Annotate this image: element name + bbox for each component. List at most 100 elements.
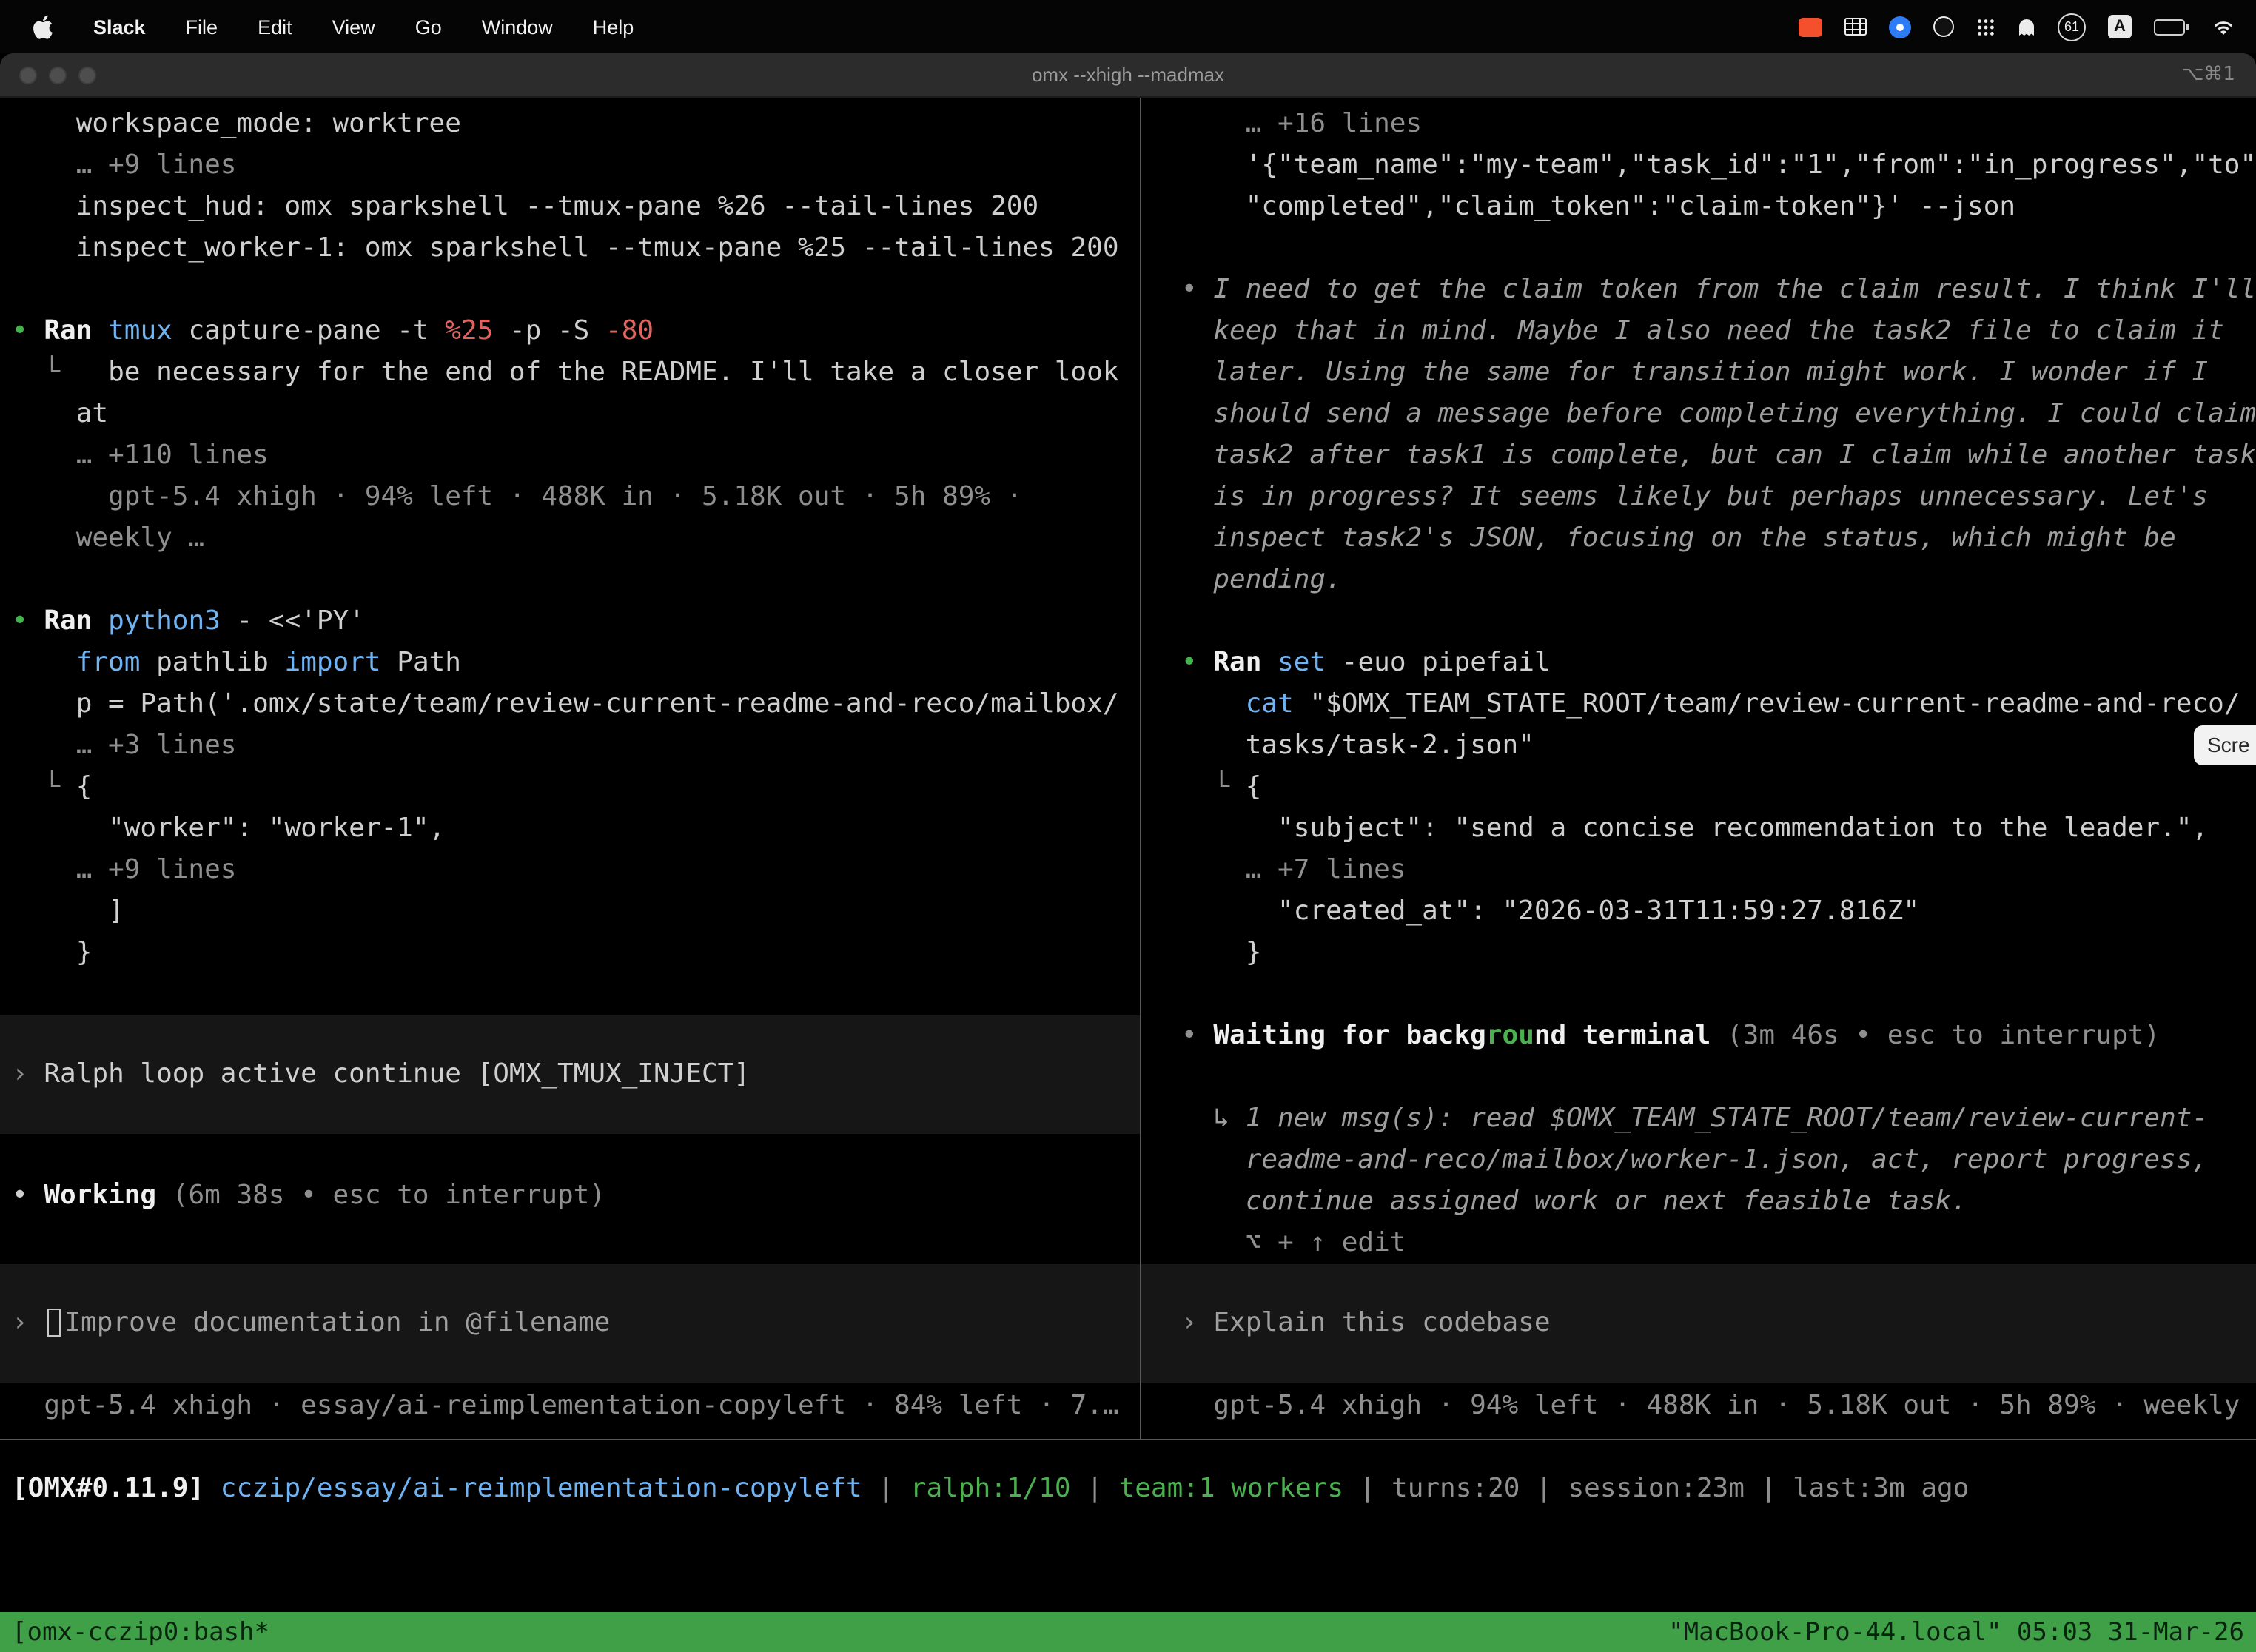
terminal-line: • I need to get the claim token from the… <box>1181 269 2256 311</box>
terminal-line: workspace_mode: worktree <box>12 104 1140 145</box>
left-session-footer: gpt-5.4 xhigh · essay/ai-reimplementatio… <box>12 1386 1140 1427</box>
terminal-line: '{"team_name":"my-team","task_id":"1","f… <box>1181 145 2256 187</box>
terminal-line: ] <box>12 891 1140 933</box>
screen-recording-stop-icon[interactable] <box>1799 17 1822 36</box>
terminal-line <box>1181 228 2256 269</box>
battery-icon[interactable] <box>2154 19 2189 35</box>
menu-file[interactable]: File <box>186 16 218 38</box>
tmux-session-name: [omx-cczip0:bash* <box>12 1617 269 1647</box>
menu-bar: Slack File Edit View Go Window Help 61 A <box>0 0 2256 53</box>
terminal-line: gpt-5.4 xhigh · 94% left · 488K in · 5.1… <box>12 477 1140 518</box>
terminal-line: inspect_worker-1: omx sparkshell --tmux-… <box>12 228 1140 269</box>
right-input-band[interactable]: › Explain this codebase <box>1141 1264 2256 1383</box>
ghost-icon[interactable] <box>2018 17 2035 36</box>
pane-border-horizontal <box>0 1439 2256 1440</box>
terminal-line: gpt-5.4 xhigh · essay/ai-reimplementatio… <box>12 1386 1140 1427</box>
active-app-name[interactable]: Slack <box>93 16 146 38</box>
terminal-line: [OMX#0.11.9] cczip/essay/ai-reimplementa… <box>12 1468 1969 1510</box>
screenshot-popup[interactable]: Scre <box>2194 725 2256 765</box>
menu-help[interactable]: Help <box>593 16 634 38</box>
text-cursor <box>47 1309 60 1337</box>
right-pane[interactable]: … +16 lines '{"team_name":"my-team","tas… <box>1141 98 2256 1439</box>
terminal-line: at <box>12 394 1140 435</box>
terminal-line: weekly … <box>12 518 1140 560</box>
terminal-line: p = Path('.omx/state/team/review-current… <box>12 684 1140 725</box>
menu-bar-status: 61 A <box>1799 13 2256 41</box>
terminal-line: should send a message before completing … <box>1181 394 2256 435</box>
terminal-line <box>1181 974 2256 1015</box>
window-title-bar[interactable]: omx --xhigh --madmax ⌥⌘1 <box>0 53 2256 98</box>
terminal-line: … +3 lines <box>12 725 1140 767</box>
terminal-line: … +9 lines <box>12 850 1140 891</box>
terminal-line: … +110 lines <box>12 435 1140 477</box>
grid-icon[interactable] <box>1844 18 1867 36</box>
menu-window[interactable]: Window <box>482 16 553 38</box>
terminal-line: ⌥ + ↑ edit <box>1181 1223 2256 1264</box>
terminal: workspace_mode: worktree … +9 lines insp… <box>0 98 2256 1439</box>
terminal-line: from pathlib import Path <box>12 642 1140 684</box>
left-inject-band[interactable]: › Ralph loop active continue [OMX_TMUX_I… <box>0 1015 1140 1134</box>
right-input-line-wrap: › Explain this codebase <box>1181 1303 1551 1344</box>
close-button[interactable] <box>19 66 37 84</box>
menu-go[interactable]: Go <box>415 16 442 38</box>
left-pane[interactable]: workspace_mode: worktree … +9 lines insp… <box>0 98 1140 1439</box>
tmux-host-time: "MacBook-Pro-44.local" 05:03 31-Mar-26 <box>1668 1617 2244 1647</box>
spacer <box>12 1134 1140 1175</box>
right-pane-output: … +16 lines '{"team_name":"my-team","tas… <box>1181 104 2256 1264</box>
terminal-line: "created_at": "2026-03-31T11:59:27.816Z" <box>1181 891 2256 933</box>
terminal-line: pending. <box>1181 560 2256 601</box>
prompt-chevron: › <box>12 1307 44 1338</box>
terminal-line: } <box>1181 933 2256 974</box>
battery-percentage-badge[interactable]: 61 <box>2058 13 2086 41</box>
terminal-line: … +7 lines <box>1181 850 2256 891</box>
menu-edit[interactable]: Edit <box>258 16 292 38</box>
minimize-button[interactable] <box>49 66 67 84</box>
terminal-line: readme-and-reco/mailbox/worker-1.json, a… <box>1181 1140 2256 1181</box>
right-session-footer: gpt-5.4 xhigh · 94% left · 488K in · 5.1… <box>1181 1386 2256 1427</box>
terminal-line: └ be necessary for the end of the README… <box>12 352 1140 394</box>
menu-bar-left: Slack File Edit View Go Window Help <box>0 14 634 39</box>
wifi-icon[interactable] <box>2212 17 2235 36</box>
terminal-line: └ { <box>1181 767 2256 808</box>
terminal-line: } <box>12 933 1140 974</box>
left-working-status: • Working (6m 38s • esc to interrupt) <box>12 1175 1140 1217</box>
terminal-line: … +16 lines <box>1181 104 2256 145</box>
terminal-line: is in progress? It seems likely but perh… <box>1181 477 2256 518</box>
dots-grid-icon[interactable] <box>1976 17 1995 36</box>
terminal-line: gpt-5.4 xhigh · 94% left · 488K in · 5.1… <box>1181 1386 2256 1427</box>
terminal-line: • Ran python3 - <<'PY' <box>12 601 1140 642</box>
menu-view[interactable]: View <box>332 16 375 38</box>
terminal-line <box>1181 1057 2256 1098</box>
terminal-line: "subject": "send a concise recommendatio… <box>1181 808 2256 850</box>
terminal-line: tasks/task-2.json" <box>1181 725 2256 767</box>
terminal-line: task2 after task1 is complete, but can I… <box>1181 435 2256 477</box>
left-input-line: › Improve documentation in @filename <box>12 1303 610 1344</box>
input-placeholder: Improve documentation in @filename <box>64 1307 610 1338</box>
blue-dot-icon[interactable] <box>1889 16 1911 38</box>
terminal-line: inspect_hud: omx sparkshell --tmux-pane … <box>12 187 1140 228</box>
desktop: Slack File Edit View Go Window Help 61 A <box>0 0 2256 1652</box>
terminal-line: keep that in mind. Maybe I also need the… <box>1181 311 2256 352</box>
terminal-line: continue assigned work or next feasible … <box>1181 1181 2256 1223</box>
tmux-status-bar: [omx-cczip0:bash* "MacBook-Pro-44.local"… <box>0 1612 2256 1652</box>
terminal-line: … +9 lines <box>12 145 1140 187</box>
terminal-line: › Explain this codebase <box>1181 1303 1551 1344</box>
window-controls <box>19 66 96 84</box>
terminal-line: later. Using the same for transition mig… <box>1181 352 2256 394</box>
terminal-line: └ { <box>12 767 1140 808</box>
terminal-line: ↳ 1 new msg(s): read $OMX_TEAM_STATE_ROO… <box>1181 1098 2256 1140</box>
apple-menu-icon[interactable] <box>33 14 53 39</box>
terminal-line: • Working (6m 38s • esc to interrupt) <box>12 1175 1140 1217</box>
zoom-button[interactable] <box>78 66 96 84</box>
left-input-band[interactable]: › Improve documentation in @filename <box>0 1264 1140 1383</box>
omx-status-line: [OMX#0.11.9] cczip/essay/ai-reimplementa… <box>12 1442 1969 1510</box>
spacer <box>12 1217 1140 1264</box>
terminal-line: • Ran tmux capture-pane -t %25 -p -S -80 <box>12 311 1140 352</box>
input-source-icon[interactable]: A <box>2108 15 2132 38</box>
window-shortcut-hint: ⌥⌘1 <box>2181 53 2235 98</box>
terminal-line: "completed","claim_token":"claim-token"}… <box>1181 187 2256 228</box>
spacer <box>12 974 1140 1015</box>
terminal-line <box>12 560 1140 601</box>
terminal-line: inspect task2's JSON, focusing on the st… <box>1181 518 2256 560</box>
circle-icon[interactable] <box>1933 16 1954 37</box>
